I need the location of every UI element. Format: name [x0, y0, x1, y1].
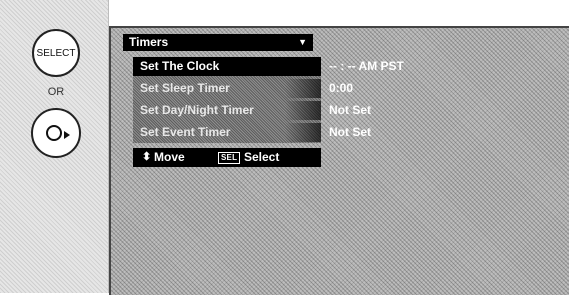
select-button-label: SELECT: [36, 47, 76, 59]
menu-item-label: Set The Clock: [140, 59, 220, 73]
menu-item-set-sleep-timer[interactable]: Set Sleep Timer: [133, 79, 321, 98]
menu-header[interactable]: Timers ▼: [123, 34, 313, 51]
event-timer-value: Not Set: [329, 125, 371, 139]
day-night-timer-value: Not Set: [329, 103, 371, 117]
item-shade: [285, 101, 321, 120]
menu-item-set-the-clock[interactable]: Set The Clock: [133, 57, 321, 76]
clock-value: -- : -- AM PST: [329, 59, 404, 73]
menu-item-label: Set Sleep Timer: [140, 81, 230, 95]
or-label: OR: [47, 86, 65, 98]
up-down-arrows-icon: ⬍: [142, 151, 152, 163]
right-arrow-icon: [64, 131, 70, 139]
item-shade: [285, 79, 321, 98]
right-arrow-button[interactable]: [31, 108, 81, 158]
footer-bar: ⬍ Move SEL Select: [133, 148, 321, 167]
button-ring-icon: [46, 125, 62, 141]
menu-item-set-day-night-timer[interactable]: Set Day/Night Timer: [133, 101, 321, 120]
item-shade: [285, 123, 321, 142]
sel-key-icon: SEL: [218, 152, 241, 164]
triangle-down-icon: ▼: [298, 37, 307, 47]
select-label: Select: [244, 150, 280, 164]
select-button[interactable]: SELECT: [32, 29, 80, 77]
sleep-timer-value: 0:00: [329, 81, 354, 95]
menu-item-label: Set Day/Night Timer: [140, 103, 254, 117]
move-label: Move: [154, 150, 185, 164]
menu-item-set-event-timer[interactable]: Set Event Timer: [133, 123, 321, 142]
menu-item-label: Set Event Timer: [140, 125, 231, 139]
menu-title: Timers: [129, 35, 169, 49]
